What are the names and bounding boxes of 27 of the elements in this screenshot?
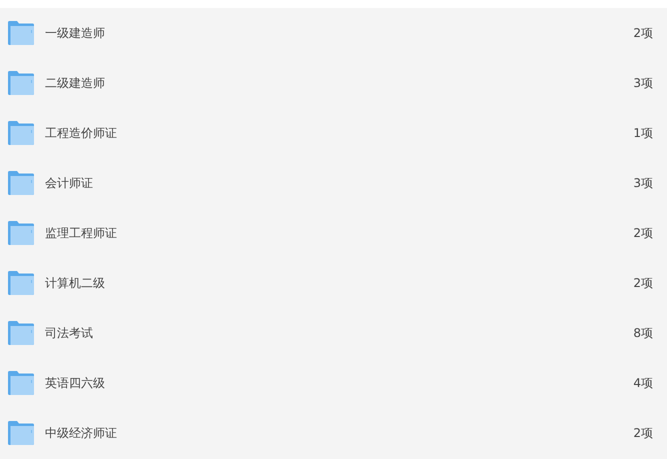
folder-icon: [8, 221, 34, 245]
folder-icon: [8, 271, 34, 295]
folder-name[interactable]: 计算机二级: [45, 274, 634, 292]
folder-icon: [8, 421, 34, 445]
item-count: 3项: [633, 74, 653, 92]
item-count: 1项: [633, 124, 653, 142]
folder-name[interactable]: 监理工程师证: [45, 224, 634, 242]
folder-icon: [8, 21, 34, 45]
folder-name[interactable]: 中级经济师证: [45, 424, 634, 442]
item-count: 3项: [633, 174, 653, 192]
folder-icon: [8, 321, 34, 345]
folder-icon: [8, 71, 34, 95]
item-count: 4项: [633, 374, 653, 392]
folder-name[interactable]: 司法考试: [45, 324, 634, 342]
folder-name[interactable]: 英语四六级: [45, 374, 634, 392]
item-count: 2项: [633, 24, 653, 42]
item-count: 2项: [633, 424, 653, 442]
item-count: 2项: [633, 224, 653, 242]
folder-icon: [8, 121, 34, 145]
folder-name[interactable]: 一级建造师: [45, 24, 634, 42]
item-count: 2项: [633, 274, 653, 292]
folder-name[interactable]: 会计师证: [45, 174, 634, 192]
folder-name[interactable]: 二级建造师: [45, 74, 634, 92]
item-count: 8项: [633, 324, 653, 342]
folder-icon: [8, 371, 34, 395]
folder-icon: [8, 171, 34, 195]
folder-name[interactable]: 工程造价师证: [45, 124, 634, 142]
